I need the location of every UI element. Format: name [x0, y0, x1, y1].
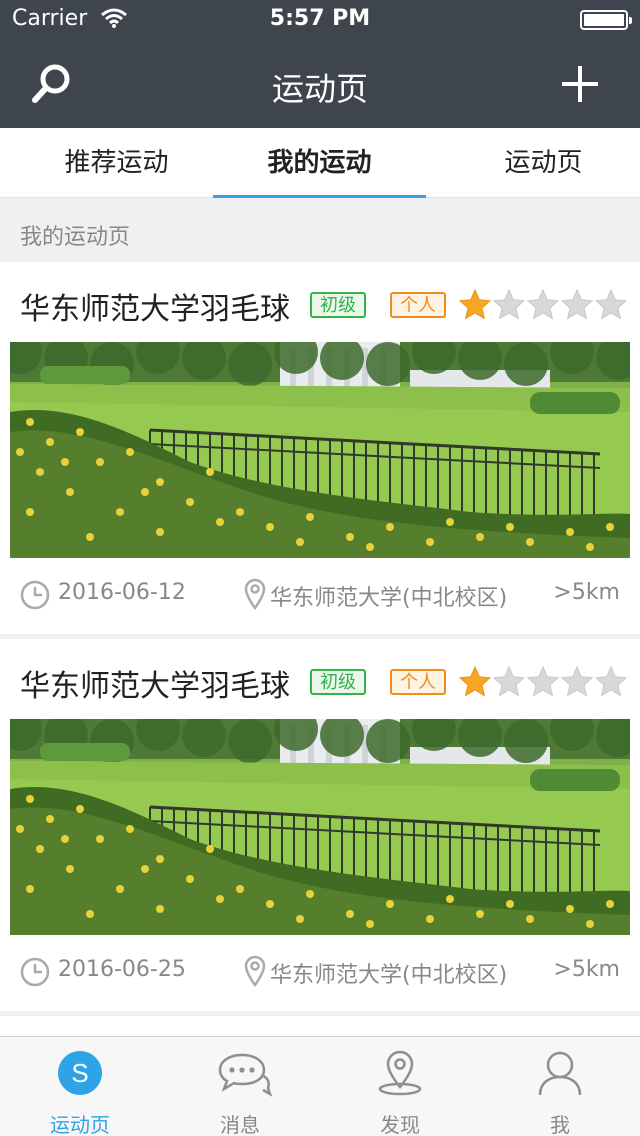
plus-icon[interactable] — [560, 64, 600, 104]
activity-meta: 2016-06-25 华东师范大学(中北校区) >5km — [0, 935, 640, 1011]
chat-bubbles-icon — [216, 1049, 273, 1097]
person-icon — [536, 1049, 584, 1097]
activity-location: 华东师范大学(中北校区) — [270, 963, 508, 988]
battery-icon — [580, 10, 632, 30]
activity-distance: >5km — [553, 580, 620, 605]
tabbar-label: 我 — [550, 1113, 570, 1136]
activity-card[interactable]: 华东师范大学羽毛球 初级 个人 2016-06-12 华东师范大学(中北校区) … — [0, 262, 640, 634]
star-empty-icon — [492, 665, 526, 699]
activity-card[interactable] — [0, 1016, 640, 1036]
tabbar-item-discover[interactable]: 发现 — [320, 1037, 480, 1136]
segment-tabs: 推荐运动 我的运动 运动页 — [0, 128, 640, 198]
clock-icon — [20, 957, 50, 987]
level-badge: 初级 — [310, 669, 366, 695]
activity-location: 华东师范大学(中北校区) — [270, 586, 508, 611]
clock-icon — [20, 580, 50, 610]
mode-badge: 个人 — [390, 669, 446, 695]
activity-distance: >5km — [553, 957, 620, 982]
star-empty-icon — [560, 288, 594, 322]
star-empty-icon — [594, 288, 628, 322]
tabbar-label: 消息 — [220, 1113, 260, 1136]
clock-time: 5:57 PM — [269, 6, 371, 31]
sport-s-icon: S — [56, 1049, 104, 1097]
tabbar-item-sport[interactable]: S 运动页 — [0, 1037, 160, 1136]
star-empty-icon — [526, 665, 560, 699]
location-pin-icon — [376, 1049, 424, 1097]
activity-title: 华东师范大学羽毛球 — [20, 292, 290, 327]
rating-stars — [458, 665, 628, 699]
activity-card[interactable]: 华东师范大学羽毛球 初级 个人 2016-06-25 华东师范大学(中北校区) … — [0, 639, 640, 1011]
activity-meta: 2016-06-12 华东师范大学(中北校区) >5km — [0, 558, 640, 634]
location-icon — [244, 955, 266, 988]
svg-text:S: S — [71, 1058, 88, 1088]
tabbar-label: 发现 — [380, 1113, 420, 1136]
activity-date: 2016-06-25 — [58, 957, 186, 982]
activity-photo — [10, 342, 630, 558]
tab-my-sports[interactable]: 我的运动 — [213, 128, 426, 198]
status-bar: Carrier 5:57 PM — [0, 0, 640, 40]
star-empty-icon — [526, 288, 560, 322]
tabbar-item-me[interactable]: 我 — [480, 1037, 640, 1136]
tab-recommended[interactable]: 推荐运动 — [10, 128, 223, 198]
star-empty-icon — [594, 665, 628, 699]
location-icon — [244, 578, 266, 611]
star-filled-icon — [458, 665, 492, 699]
mode-badge: 个人 — [390, 292, 446, 318]
section-title: 我的运动页 — [20, 225, 131, 250]
tabbar-item-messages[interactable]: 消息 — [160, 1037, 320, 1136]
bottom-tab-bar: S 运动页 消息 发现 我 — [0, 1036, 640, 1136]
star-filled-icon — [458, 288, 492, 322]
star-empty-icon — [560, 665, 594, 699]
activity-title: 华东师范大学羽毛球 — [20, 669, 290, 704]
navigation-bar: 运动页 — [0, 40, 640, 128]
activity-date: 2016-06-12 — [58, 580, 186, 605]
level-badge: 初级 — [310, 292, 366, 318]
section-header: 我的运动页 — [0, 199, 640, 261]
page-title: 运动页 — [271, 70, 368, 108]
tabbar-label: 运动页 — [50, 1113, 110, 1136]
star-empty-icon — [492, 288, 526, 322]
rating-stars — [458, 288, 628, 322]
activity-photo — [10, 719, 630, 935]
tab-sport-page[interactable]: 运动页 — [437, 128, 640, 198]
